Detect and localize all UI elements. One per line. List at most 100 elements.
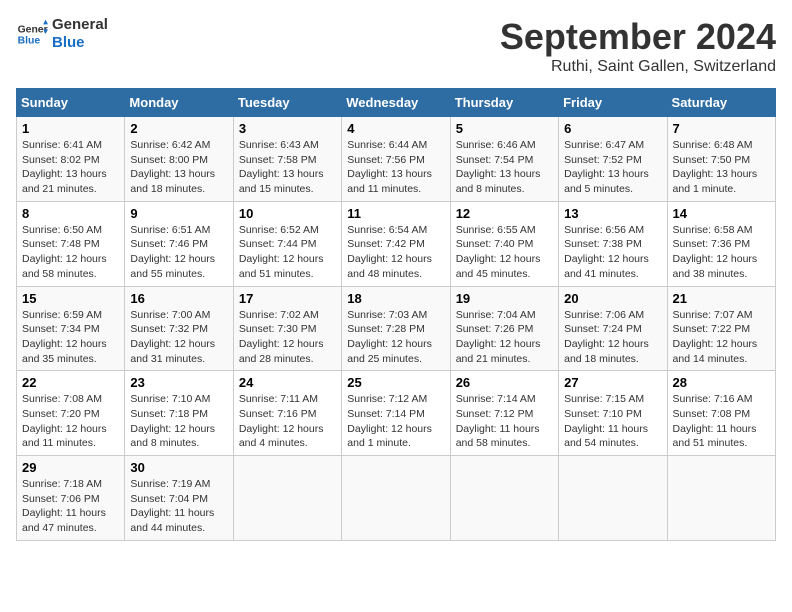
day-info: Sunrise: 6:59 AM Sunset: 7:34 PM Dayligh… bbox=[22, 308, 119, 367]
calendar-table: SundayMondayTuesdayWednesdayThursdayFrid… bbox=[16, 88, 776, 541]
day-number: 12 bbox=[456, 206, 553, 221]
day-info: Sunrise: 7:00 AM Sunset: 7:32 PM Dayligh… bbox=[130, 308, 227, 367]
calendar-cell: 18 Sunrise: 7:03 AM Sunset: 7:28 PM Dayli… bbox=[342, 286, 450, 371]
day-number: 18 bbox=[347, 291, 444, 306]
calendar-cell: 11 Sunrise: 6:54 AM Sunset: 7:42 PM Dayli… bbox=[342, 201, 450, 286]
day-number: 8 bbox=[22, 206, 119, 221]
day-info: Sunrise: 7:08 AM Sunset: 7:20 PM Dayligh… bbox=[22, 392, 119, 451]
day-number: 30 bbox=[130, 460, 227, 475]
day-info: Sunrise: 6:47 AM Sunset: 7:52 PM Dayligh… bbox=[564, 138, 661, 197]
day-info: Sunrise: 7:18 AM Sunset: 7:06 PM Dayligh… bbox=[22, 477, 119, 536]
day-number: 29 bbox=[22, 460, 119, 475]
calendar-cell: 20Sunrise: 7:06 AM Sunset: 7:24 PM Dayli… bbox=[559, 286, 667, 371]
day-number: 17 bbox=[239, 291, 336, 306]
calendar-cell: 30 Sunrise: 7:19 AM Sunset: 7:04 PM Dayli… bbox=[125, 456, 233, 541]
day-info: Sunrise: 6:54 AM Sunset: 7:42 PM Dayligh… bbox=[347, 223, 444, 282]
day-info: Sunrise: 7:03 AM Sunset: 7:28 PM Dayligh… bbox=[347, 308, 444, 367]
calendar-cell: 17Sunrise: 7:02 AM Sunset: 7:30 PM Dayli… bbox=[233, 286, 341, 371]
calendar-cell: 10Sunrise: 6:52 AM Sunset: 7:44 PM Dayli… bbox=[233, 201, 341, 286]
day-number: 26 bbox=[456, 375, 553, 390]
header-cell-wednesday: Wednesday bbox=[342, 89, 450, 117]
day-number: 22 bbox=[22, 375, 119, 390]
logo-line2: Blue bbox=[52, 34, 108, 52]
day-info: Sunrise: 6:46 AM Sunset: 7:54 PM Dayligh… bbox=[456, 138, 553, 197]
day-info: Sunrise: 6:51 AM Sunset: 7:46 PM Dayligh… bbox=[130, 223, 227, 282]
calendar-cell: 5 Sunrise: 6:46 AM Sunset: 7:54 PM Daylig… bbox=[450, 117, 558, 202]
day-number: 25 bbox=[347, 375, 444, 390]
day-number: 19 bbox=[456, 291, 553, 306]
day-info: Sunrise: 7:04 AM Sunset: 7:26 PM Dayligh… bbox=[456, 308, 553, 367]
week-row-1: 1 Sunrise: 6:41 AM Sunset: 8:02 PM Daylig… bbox=[17, 117, 776, 202]
day-number: 5 bbox=[456, 121, 553, 136]
calendar-cell bbox=[233, 456, 341, 541]
day-info: Sunrise: 7:07 AM Sunset: 7:22 PM Dayligh… bbox=[673, 308, 770, 367]
calendar-cell: 7 Sunrise: 6:48 AM Sunset: 7:50 PM Daylig… bbox=[667, 117, 775, 202]
day-number: 15 bbox=[22, 291, 119, 306]
day-info: Sunrise: 6:55 AM Sunset: 7:40 PM Dayligh… bbox=[456, 223, 553, 282]
day-number: 16 bbox=[130, 291, 227, 306]
svg-text:General: General bbox=[18, 24, 48, 35]
logo-line1: General bbox=[52, 16, 108, 34]
day-info: Sunrise: 6:50 AM Sunset: 7:48 PM Dayligh… bbox=[22, 223, 119, 282]
calendar-cell: 16 Sunrise: 7:00 AM Sunset: 7:32 PM Dayli… bbox=[125, 286, 233, 371]
logo: General Blue General Blue bbox=[16, 16, 108, 52]
day-number: 21 bbox=[673, 291, 770, 306]
day-number: 14 bbox=[673, 206, 770, 221]
day-info: Sunrise: 7:15 AM Sunset: 7:10 PM Dayligh… bbox=[564, 392, 661, 451]
calendar-cell: 3Sunrise: 6:43 AM Sunset: 7:58 PM Daylig… bbox=[233, 117, 341, 202]
calendar-body: 1 Sunrise: 6:41 AM Sunset: 8:02 PM Daylig… bbox=[17, 117, 776, 541]
day-number: 24 bbox=[239, 375, 336, 390]
calendar-cell: 6 Sunrise: 6:47 AM Sunset: 7:52 PM Daylig… bbox=[559, 117, 667, 202]
header-cell-tuesday: Tuesday bbox=[233, 89, 341, 117]
svg-text:Blue: Blue bbox=[18, 36, 41, 47]
day-info: Sunrise: 6:48 AM Sunset: 7:50 PM Dayligh… bbox=[673, 138, 770, 197]
day-info: Sunrise: 7:11 AM Sunset: 7:16 PM Dayligh… bbox=[239, 392, 336, 451]
day-number: 11 bbox=[347, 206, 444, 221]
logo-icon: General Blue bbox=[16, 18, 48, 50]
day-info: Sunrise: 6:56 AM Sunset: 7:38 PM Dayligh… bbox=[564, 223, 661, 282]
header-cell-thursday: Thursday bbox=[450, 89, 558, 117]
day-number: 23 bbox=[130, 375, 227, 390]
day-info: Sunrise: 7:16 AM Sunset: 7:08 PM Dayligh… bbox=[673, 392, 770, 451]
day-info: Sunrise: 6:41 AM Sunset: 8:02 PM Dayligh… bbox=[22, 138, 119, 197]
day-number: 3 bbox=[239, 121, 336, 136]
calendar-cell: 26 Sunrise: 7:14 AM Sunset: 7:12 PM Dayli… bbox=[450, 371, 558, 456]
header: General Blue General Blue September 2024… bbox=[16, 16, 776, 76]
day-number: 10 bbox=[239, 206, 336, 221]
week-row-3: 15 Sunrise: 6:59 AM Sunset: 7:34 PM Dayli… bbox=[17, 286, 776, 371]
week-row-5: 29 Sunrise: 7:18 AM Sunset: 7:06 PM Dayli… bbox=[17, 456, 776, 541]
main-title: September 2024 bbox=[500, 16, 776, 58]
day-number: 7 bbox=[673, 121, 770, 136]
day-number: 13 bbox=[564, 206, 661, 221]
calendar-cell: 28 Sunrise: 7:16 AM Sunset: 7:08 PM Dayli… bbox=[667, 371, 775, 456]
calendar-cell bbox=[342, 456, 450, 541]
day-info: Sunrise: 7:10 AM Sunset: 7:18 PM Dayligh… bbox=[130, 392, 227, 451]
calendar-cell bbox=[559, 456, 667, 541]
calendar-cell bbox=[667, 456, 775, 541]
calendar-header-row: SundayMondayTuesdayWednesdayThursdayFrid… bbox=[17, 89, 776, 117]
calendar-cell: 22 Sunrise: 7:08 AM Sunset: 7:20 PM Dayli… bbox=[17, 371, 125, 456]
day-number: 6 bbox=[564, 121, 661, 136]
header-cell-monday: Monday bbox=[125, 89, 233, 117]
day-number: 4 bbox=[347, 121, 444, 136]
calendar-cell: 14Sunrise: 6:58 AM Sunset: 7:36 PM Dayli… bbox=[667, 201, 775, 286]
calendar-cell: 19 Sunrise: 7:04 AM Sunset: 7:26 PM Dayli… bbox=[450, 286, 558, 371]
day-info: Sunrise: 6:44 AM Sunset: 7:56 PM Dayligh… bbox=[347, 138, 444, 197]
day-info: Sunrise: 7:14 AM Sunset: 7:12 PM Dayligh… bbox=[456, 392, 553, 451]
calendar-cell: 21 Sunrise: 7:07 AM Sunset: 7:22 PM Dayli… bbox=[667, 286, 775, 371]
calendar-cell: 24 Sunrise: 7:11 AM Sunset: 7:16 PM Dayli… bbox=[233, 371, 341, 456]
calendar-cell: 8 Sunrise: 6:50 AM Sunset: 7:48 PM Daylig… bbox=[17, 201, 125, 286]
title-block: September 2024 Ruthi, Saint Gallen, Swit… bbox=[500, 16, 776, 76]
week-row-2: 8 Sunrise: 6:50 AM Sunset: 7:48 PM Daylig… bbox=[17, 201, 776, 286]
calendar-cell: 23 Sunrise: 7:10 AM Sunset: 7:18 PM Dayli… bbox=[125, 371, 233, 456]
day-number: 1 bbox=[22, 121, 119, 136]
day-info: Sunrise: 7:19 AM Sunset: 7:04 PM Dayligh… bbox=[130, 477, 227, 536]
calendar-cell: 4 Sunrise: 6:44 AM Sunset: 7:56 PM Daylig… bbox=[342, 117, 450, 202]
day-info: Sunrise: 7:06 AM Sunset: 7:24 PM Dayligh… bbox=[564, 308, 661, 367]
day-number: 9 bbox=[130, 206, 227, 221]
calendar-cell: 12 Sunrise: 6:55 AM Sunset: 7:40 PM Dayli… bbox=[450, 201, 558, 286]
day-number: 28 bbox=[673, 375, 770, 390]
subtitle: Ruthi, Saint Gallen, Switzerland bbox=[500, 58, 776, 76]
calendar-cell: 2Sunrise: 6:42 AM Sunset: 8:00 PM Daylig… bbox=[125, 117, 233, 202]
calendar-cell: 25Sunrise: 7:12 AM Sunset: 7:14 PM Dayli… bbox=[342, 371, 450, 456]
